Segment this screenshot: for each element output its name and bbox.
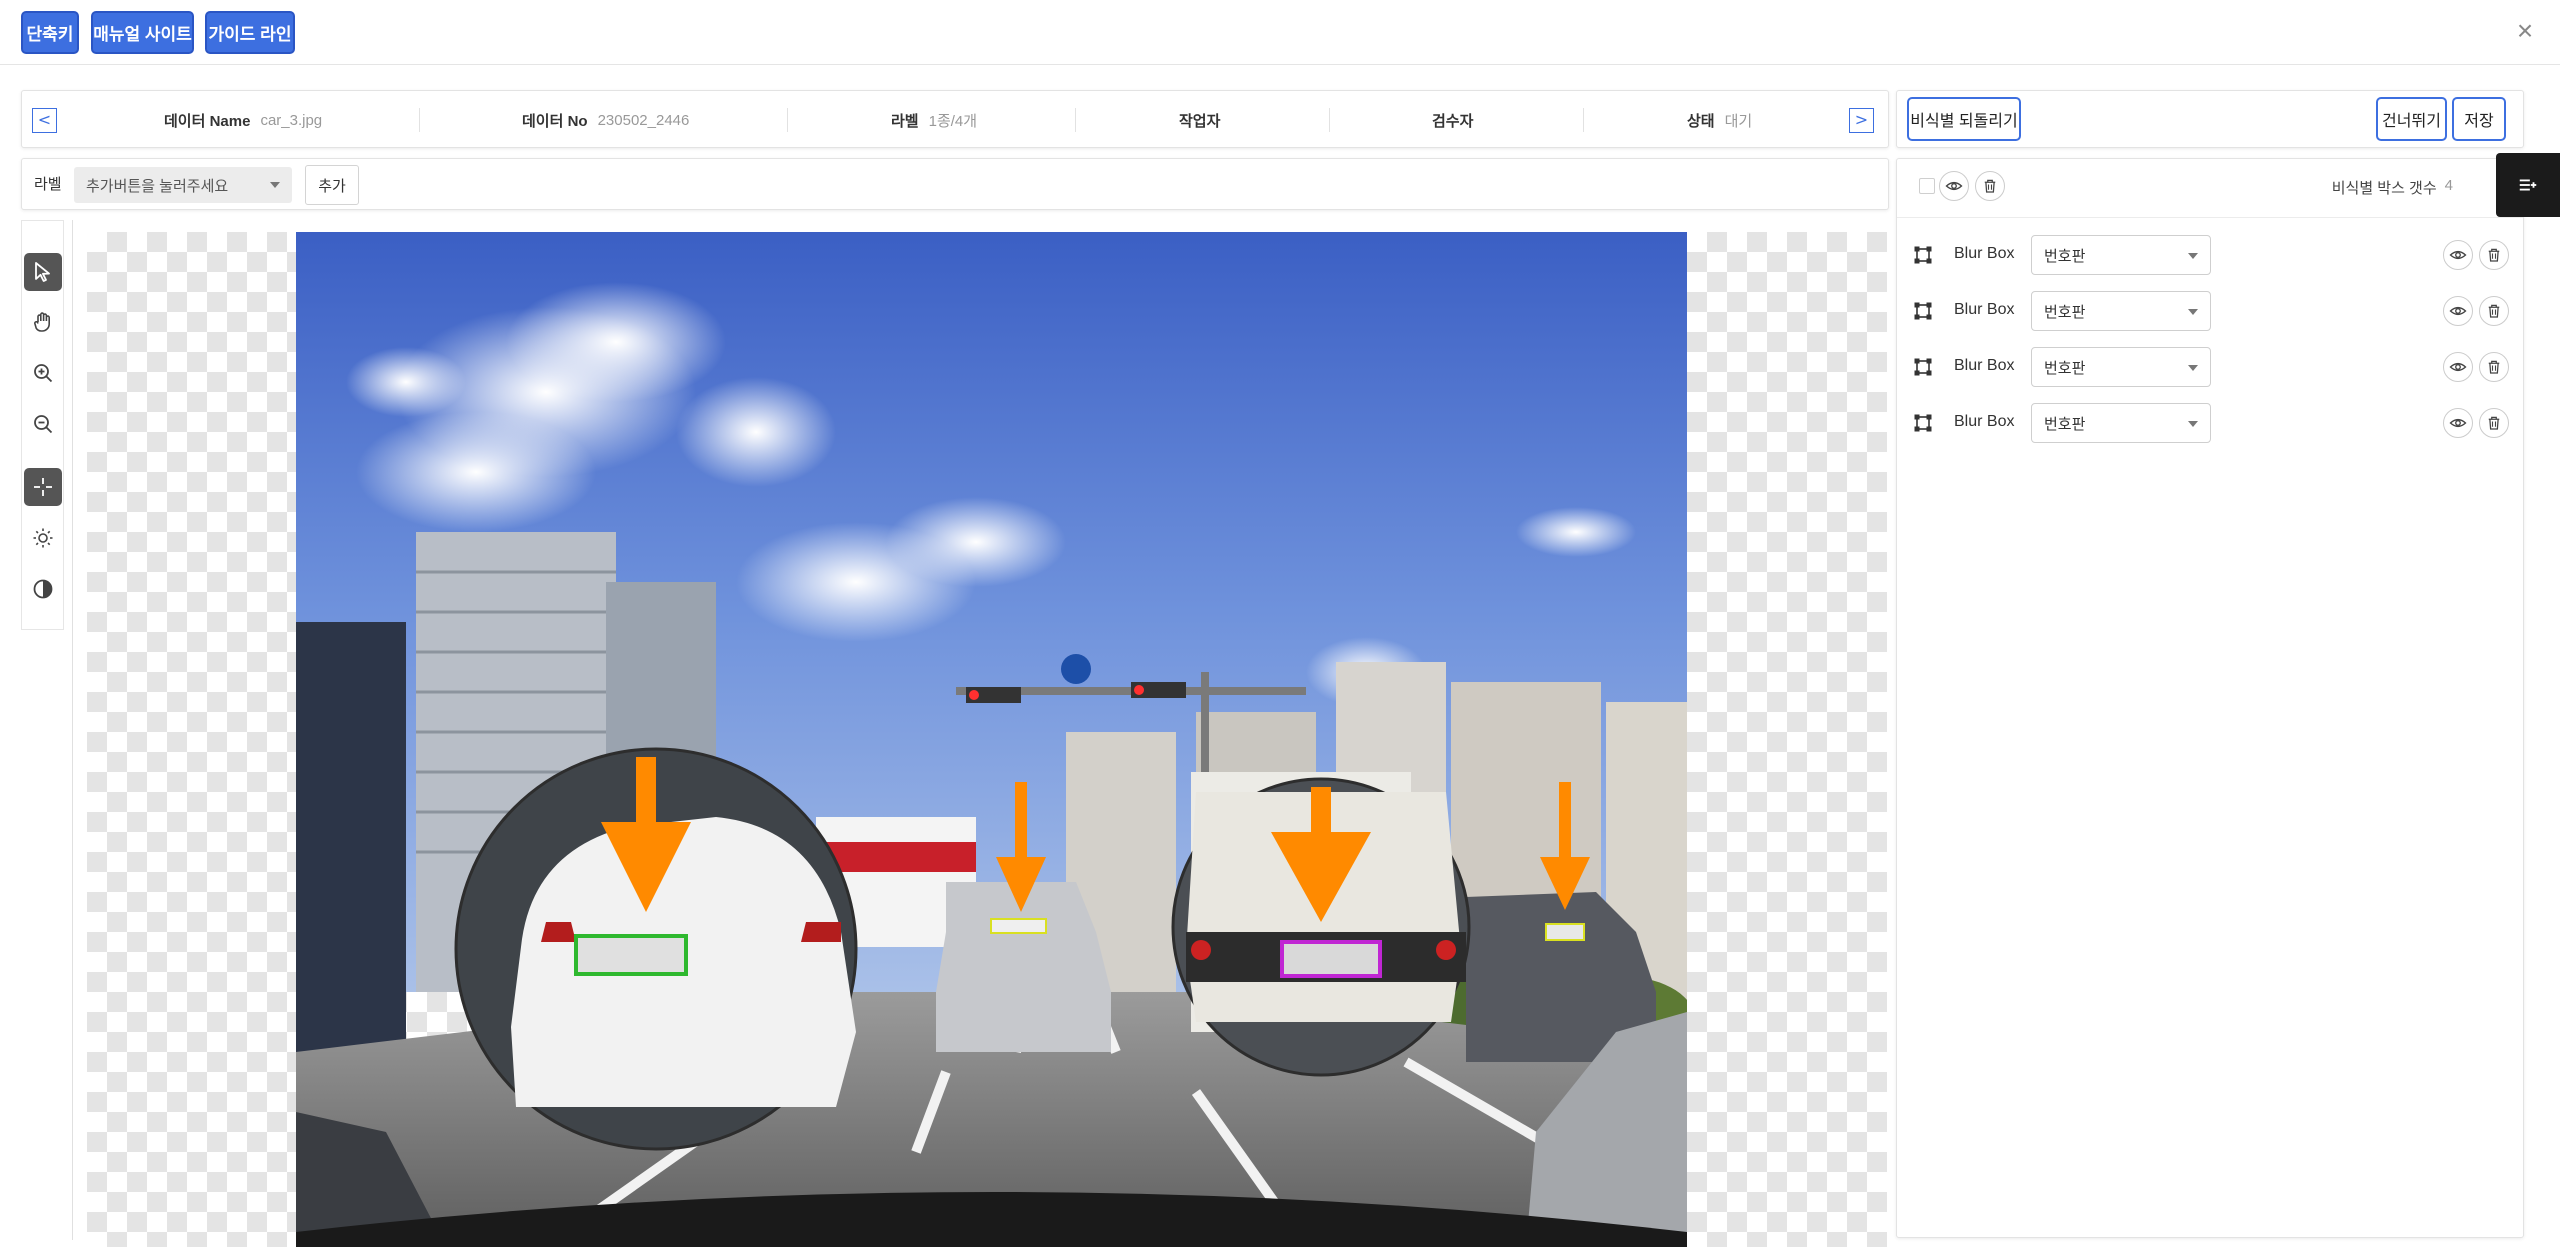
- revert-deidentify-button[interactable]: 비식별 되돌리기: [1907, 97, 2021, 141]
- bounding-box-icon: [1914, 246, 1932, 264]
- worker-field: 작업자: [1179, 108, 1220, 132]
- divider: [1075, 108, 1076, 132]
- trash-icon[interactable]: [2479, 408, 2509, 438]
- eye-icon[interactable]: [1939, 171, 1969, 201]
- box-type-value: 번호판: [2044, 359, 2086, 377]
- prev-arrow-icon[interactable]: <: [32, 108, 57, 133]
- reviewer-field: 검수자: [1432, 108, 1473, 132]
- data-info-bar: < 데이터 Name car_3.jpg 데이터 No 230502_2446 …: [21, 90, 1889, 148]
- status-value: 대기: [1724, 112, 1753, 130]
- blur-box-panel: 비식별 박스 갯수 4 Blur Box 번호판 Blur Box 번호판 Bl…: [1896, 158, 2524, 1238]
- close-icon[interactable]: ×: [2512, 17, 2538, 45]
- add-label-button[interactable]: 추가: [305, 165, 359, 205]
- guideline-button[interactable]: 가이드 라인: [205, 11, 295, 54]
- trash-icon[interactable]: [2479, 240, 2509, 270]
- chevron-down-icon: [270, 182, 280, 188]
- status-field: 상태 대기: [1687, 108, 1752, 132]
- panel-header: 비식별 박스 갯수 4: [1897, 159, 2523, 218]
- manual-site-button[interactable]: 매뉴얼 사이트: [91, 11, 194, 54]
- divider: [419, 108, 420, 132]
- data-no-field: 데이터 No 230502_2446: [522, 108, 689, 132]
- divider: [72, 220, 73, 1240]
- hand-pan-icon[interactable]: [24, 303, 62, 341]
- eye-icon[interactable]: [2443, 296, 2473, 326]
- trash-icon[interactable]: [2479, 296, 2509, 326]
- brightness-icon[interactable]: [24, 519, 62, 557]
- top-bar: 단축키 매뉴얼 사이트 가이드 라인 ×: [0, 0, 2560, 65]
- worker-key: 작업자: [1179, 112, 1221, 130]
- trash-icon[interactable]: [2479, 352, 2509, 382]
- eye-icon[interactable]: [2443, 408, 2473, 438]
- save-button[interactable]: 저장: [2452, 97, 2506, 141]
- box-type-value: 번호판: [2044, 303, 2086, 321]
- label-select[interactable]: 추가버튼을 눌러주세요: [74, 167, 292, 203]
- reviewer-key: 검수자: [1432, 112, 1474, 130]
- crosshair-icon[interactable]: [24, 468, 62, 506]
- list-item[interactable]: Blur Box 번호판: [1897, 345, 2523, 389]
- list-item[interactable]: Blur Box 번호판: [1897, 401, 2523, 445]
- bounding-box-icon: [1914, 414, 1932, 432]
- box-type-value: 번호판: [2044, 415, 2086, 433]
- zoom-out-icon[interactable]: [24, 405, 62, 443]
- skip-button[interactable]: 건너뛰기: [2376, 97, 2447, 141]
- box-count-value: 4: [2444, 177, 2453, 194]
- road-scene-image[interactable]: [296, 232, 1687, 1247]
- trash-icon[interactable]: [1975, 171, 2005, 201]
- chevron-down-icon: [2188, 309, 2198, 315]
- box-name: Blur Box: [1954, 301, 2015, 318]
- image-canvas[interactable]: [87, 232, 1887, 1247]
- eye-icon[interactable]: [2443, 240, 2473, 270]
- divider: [1329, 108, 1330, 132]
- list-item[interactable]: Blur Box 번호판: [1897, 289, 2523, 333]
- box-name: Blur Box: [1954, 357, 2015, 374]
- panel-toggle-icon[interactable]: [2496, 153, 2560, 217]
- list-item[interactable]: Blur Box 번호판: [1897, 233, 2523, 277]
- data-no-value: 230502_2446: [597, 111, 690, 129]
- box-name: Blur Box: [1954, 245, 2015, 262]
- data-name-value: car_3.jpg: [260, 111, 323, 129]
- chevron-down-icon: [2188, 421, 2198, 427]
- bounding-box-icon: [1914, 358, 1932, 376]
- data-name-field: 데이터 Name car_3.jpg: [164, 108, 322, 132]
- label-select-placeholder: 추가버튼을 눌러주세요: [86, 177, 229, 195]
- label-count-field: 라벨 1종/4개: [891, 108, 977, 132]
- box-type-select[interactable]: 번호판: [2031, 291, 2211, 331]
- data-name-key: 데이터 Name: [164, 112, 251, 130]
- box-type-select[interactable]: 번호판: [2031, 403, 2211, 443]
- contrast-icon[interactable]: [24, 570, 62, 608]
- divider: [787, 108, 788, 132]
- box-count: 비식별 박스 갯수 4: [2332, 177, 2453, 198]
- data-no-key: 데이터 No: [522, 112, 588, 130]
- next-arrow-icon[interactable]: >: [1849, 108, 1874, 133]
- label-bar: 라벨 추가버튼을 눌러주세요 추가: [21, 158, 1889, 210]
- tool-palette: [21, 220, 64, 630]
- status-key: 상태: [1687, 112, 1715, 130]
- bounding-box-icon: [1914, 302, 1932, 320]
- box-name: Blur Box: [1954, 413, 2015, 430]
- label-title: 라벨: [34, 176, 62, 193]
- label-value: 1종/4개: [928, 112, 978, 130]
- box-type-value: 번호판: [2044, 247, 2086, 265]
- chevron-down-icon: [2188, 253, 2198, 259]
- chevron-down-icon: [2188, 365, 2198, 371]
- divider: [1583, 108, 1584, 132]
- eye-icon[interactable]: [2443, 352, 2473, 382]
- select-arrow-icon[interactable]: [24, 253, 62, 291]
- label-key: 라벨: [891, 112, 919, 130]
- zoom-in-icon[interactable]: [24, 354, 62, 392]
- select-all-checkbox[interactable]: [1919, 178, 1935, 194]
- action-bar: 비식별 되돌리기 건너뛰기 저장: [1896, 90, 2524, 148]
- shortcut-button[interactable]: 단축키: [21, 11, 79, 54]
- box-type-select[interactable]: 번호판: [2031, 347, 2211, 387]
- box-type-select[interactable]: 번호판: [2031, 235, 2211, 275]
- box-count-label: 비식별 박스 갯수: [2331, 180, 2437, 197]
